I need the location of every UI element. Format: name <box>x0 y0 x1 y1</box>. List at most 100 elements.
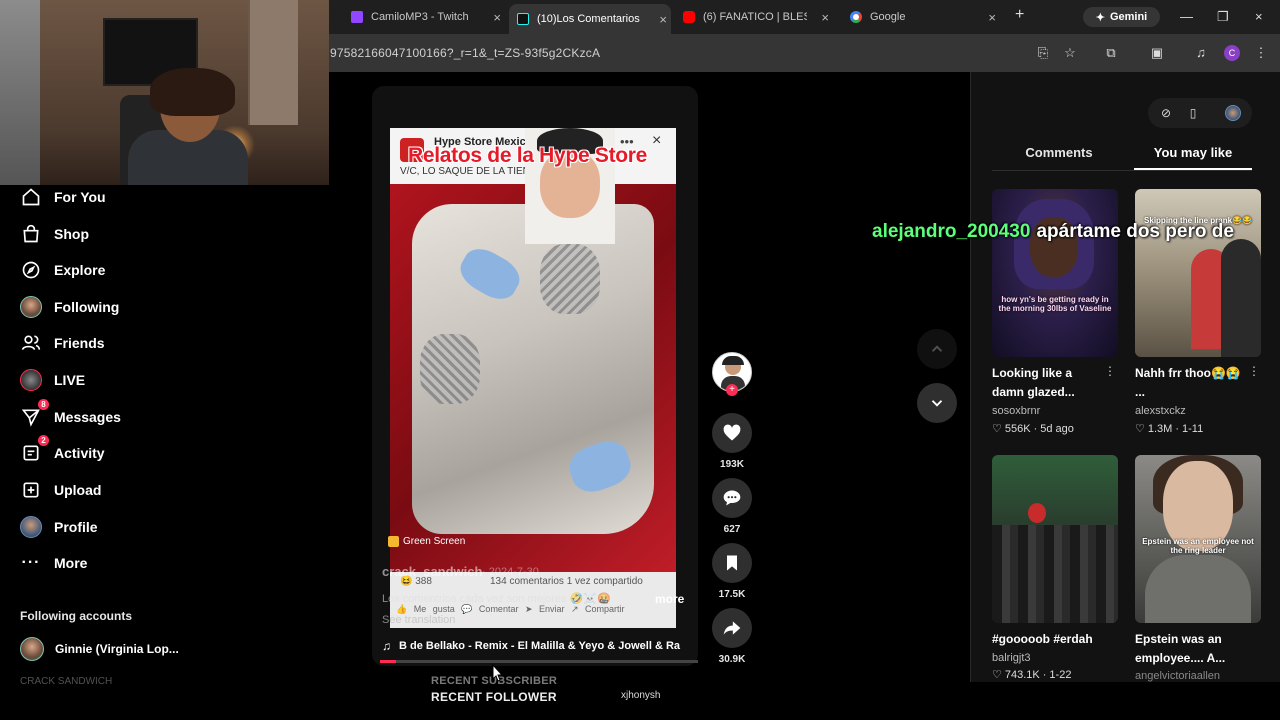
sidebar-item-messages[interactable]: 8 Messages <box>20 399 121 429</box>
sidebar-item-shop[interactable]: Shop <box>20 222 89 246</box>
sidebar: For You Shop Explore Following Friends L… <box>0 185 329 720</box>
close-icon[interactable]: × <box>821 10 829 25</box>
sidebar-item-following[interactable]: Following <box>20 295 119 319</box>
like-button[interactable] <box>712 413 752 453</box>
recommended-video-title[interactable]: #gooooob #erdah <box>992 630 1116 649</box>
recommended-video-meta: ♡ 556K · 5d ago <box>992 422 1074 436</box>
following-account-item[interactable]: CRACK SANDWICH <box>20 676 112 687</box>
address-bar[interactable]: 97582166047100166?_r=1&_t=ZS-93f5g2CKzcA… <box>329 34 1280 72</box>
plus-square-icon <box>20 479 42 501</box>
recent-follower-name: xjhonysh <box>621 690 661 701</box>
kebab-menu-icon[interactable]: ⋮ <box>1253 45 1269 61</box>
video-caption: Los comentrios cada vez son mejores 🤣☠️🤬 <box>382 593 611 605</box>
sidebar-item-label: Friends <box>54 335 105 351</box>
close-icon[interactable]: × <box>659 12 667 27</box>
recommended-video-thumbnail[interactable]: Epstein was an employee not the ring lea… <box>1135 455 1261 623</box>
sidebar-item-live[interactable]: LIVE <box>20 368 85 392</box>
home-icon <box>20 186 42 208</box>
video-progress-fill <box>380 660 396 663</box>
next-video-button[interactable] <box>917 383 957 423</box>
url-text[interactable]: 97582166047100166?_r=1&_t=ZS-93f5g2CKzcA <box>330 46 600 60</box>
minimize-icon[interactable]: — <box>1180 9 1193 24</box>
sidebar-item-activity[interactable]: 2 Activity <box>20 435 105 465</box>
sidebar-item-label: More <box>54 555 88 571</box>
recommended-video-title[interactable]: Epstein was an employee.... A... <box>1135 630 1255 668</box>
recommended-video-thumbnail[interactable]: how yn's be getting ready in the morning… <box>992 189 1118 357</box>
sidepanel-icon[interactable]: ▣ <box>1149 45 1165 61</box>
recommended-video-author[interactable]: alexstxckz <box>1135 405 1186 417</box>
sidebar-item-for-you[interactable]: For You <box>20 185 106 209</box>
recommended-video-meta: ♡ 743.1K · 1-22 <box>992 668 1072 682</box>
video-overlay-title: Relatos de la Hype Store <box>408 144 648 167</box>
sidebar-item-more[interactable]: ··· More <box>20 551 88 575</box>
recommended-video-author[interactable]: balrigjt3 <box>992 652 1031 664</box>
tab-title: (6) FANATICO | BLESSD <box>703 11 807 23</box>
extensions-icon[interactable]: ⧉ <box>1103 45 1119 61</box>
live-icon <box>20 369 42 391</box>
tab-you-may-like[interactable]: You may like <box>1134 145 1252 160</box>
chevron-up-icon <box>931 345 943 352</box>
close-icon[interactable]: × <box>988 10 996 25</box>
follow-button[interactable]: + <box>726 384 738 396</box>
share-button[interactable] <box>712 608 752 648</box>
following-account-item[interactable]: Ginnie (Virginia Lop... <box>20 637 179 661</box>
recommended-video-author[interactable]: sosoxbrnr <box>992 405 1040 417</box>
compass-icon[interactable]: ⊘ <box>1158 105 1174 121</box>
music-info[interactable]: ♫ B de Bellako - Remix - El Malilla & Ye… <box>382 639 687 653</box>
thumbnail-caption: Epstein was an employee not the ring lea… <box>1142 537 1254 555</box>
avatar[interactable] <box>1225 105 1241 121</box>
green-screen-tag[interactable]: Green Screen <box>388 536 465 547</box>
bookmark-icon <box>727 555 737 571</box>
video-progress-bar[interactable] <box>380 660 698 663</box>
heart-icon <box>723 424 741 441</box>
previous-video-button[interactable] <box>917 329 957 369</box>
recommended-video-author[interactable]: angelvictoriaallen <box>1135 670 1220 682</box>
video-player[interactable]: Hype Store Mexico ••• × V/C, LO SAQUE DE… <box>372 86 698 666</box>
install-app-icon[interactable]: ⎘ <box>1035 45 1051 61</box>
tab-title: CamiloMP3 - Twitch <box>371 11 469 23</box>
tab-youtube[interactable]: (6) FANATICO | BLESSD × <box>683 6 829 28</box>
tab-tiktok[interactable]: (10)Los Comentarios Me × <box>509 4 671 34</box>
tab-title: Google <box>870 11 906 23</box>
webcam-door <box>248 0 298 125</box>
activity-badge: 2 <box>38 435 49 446</box>
recommended-video-thumbnail[interactable]: Skipping the line prank😂😂 <box>1135 189 1261 357</box>
comment-button[interactable] <box>712 478 752 518</box>
video-frame: Hype Store Mexico ••• × V/C, LO SAQUE DE… <box>390 128 676 628</box>
recommended-video-thumbnail[interactable] <box>992 455 1118 623</box>
sidebar-item-explore[interactable]: Explore <box>20 258 105 282</box>
device-icon[interactable]: ▯ <box>1185 105 1201 121</box>
avatar-icon <box>20 296 42 318</box>
sidebar-item-profile[interactable]: Profile <box>20 515 98 539</box>
new-tab-button[interactable]: + <box>1015 6 1024 24</box>
tab-twitch[interactable]: CamiloMP3 - Twitch × <box>351 6 501 28</box>
sidebar-item-upload[interactable]: Upload <box>20 478 101 502</box>
recommended-video-title[interactable]: Nahh frr thoo😭😭 ... <box>1135 364 1243 402</box>
media-control-icon[interactable]: ♫ <box>1193 45 1209 61</box>
sidebar-item-friends[interactable]: Friends <box>20 331 105 355</box>
thumbnail-caption: how yn's be getting ready in the morning… <box>998 295 1112 313</box>
maximize-icon[interactable]: ❐ <box>1217 9 1229 25</box>
tab-comments[interactable]: Comments <box>992 145 1126 160</box>
avatar-icon <box>20 516 42 538</box>
recommended-video-title[interactable]: Looking like a damn glazed... <box>992 364 1100 402</box>
more-dots-icon: ··· <box>21 554 41 571</box>
window-close-icon[interactable]: × <box>1255 9 1263 24</box>
shopping-bag-icon <box>20 223 42 245</box>
tab-google[interactable]: Google × <box>850 6 996 28</box>
heart-outline-icon: ♡ <box>992 423 1002 435</box>
kebab-menu-icon[interactable]: ⋮ <box>1104 364 1116 378</box>
bookmark-star-icon[interactable]: ☆ <box>1062 45 1078 61</box>
gemini-button[interactable]: ✦ Gemini <box>1083 7 1160 27</box>
green-screen-icon <box>388 536 399 547</box>
save-count: 17.5K <box>718 589 746 600</box>
save-button[interactable] <box>712 543 752 583</box>
caption-more-button[interactable]: more <box>655 592 684 606</box>
video-author[interactable]: crack_sandwich <box>382 564 482 579</box>
post-date: 1-22 <box>1049 668 1072 681</box>
see-translation-link[interactable]: See translation <box>382 614 455 626</box>
browser-profile-avatar[interactable]: C <box>1224 45 1240 61</box>
like-count: 556K <box>1004 422 1031 435</box>
kebab-menu-icon[interactable]: ⋮ <box>1248 364 1260 378</box>
close-icon[interactable]: × <box>493 10 501 25</box>
